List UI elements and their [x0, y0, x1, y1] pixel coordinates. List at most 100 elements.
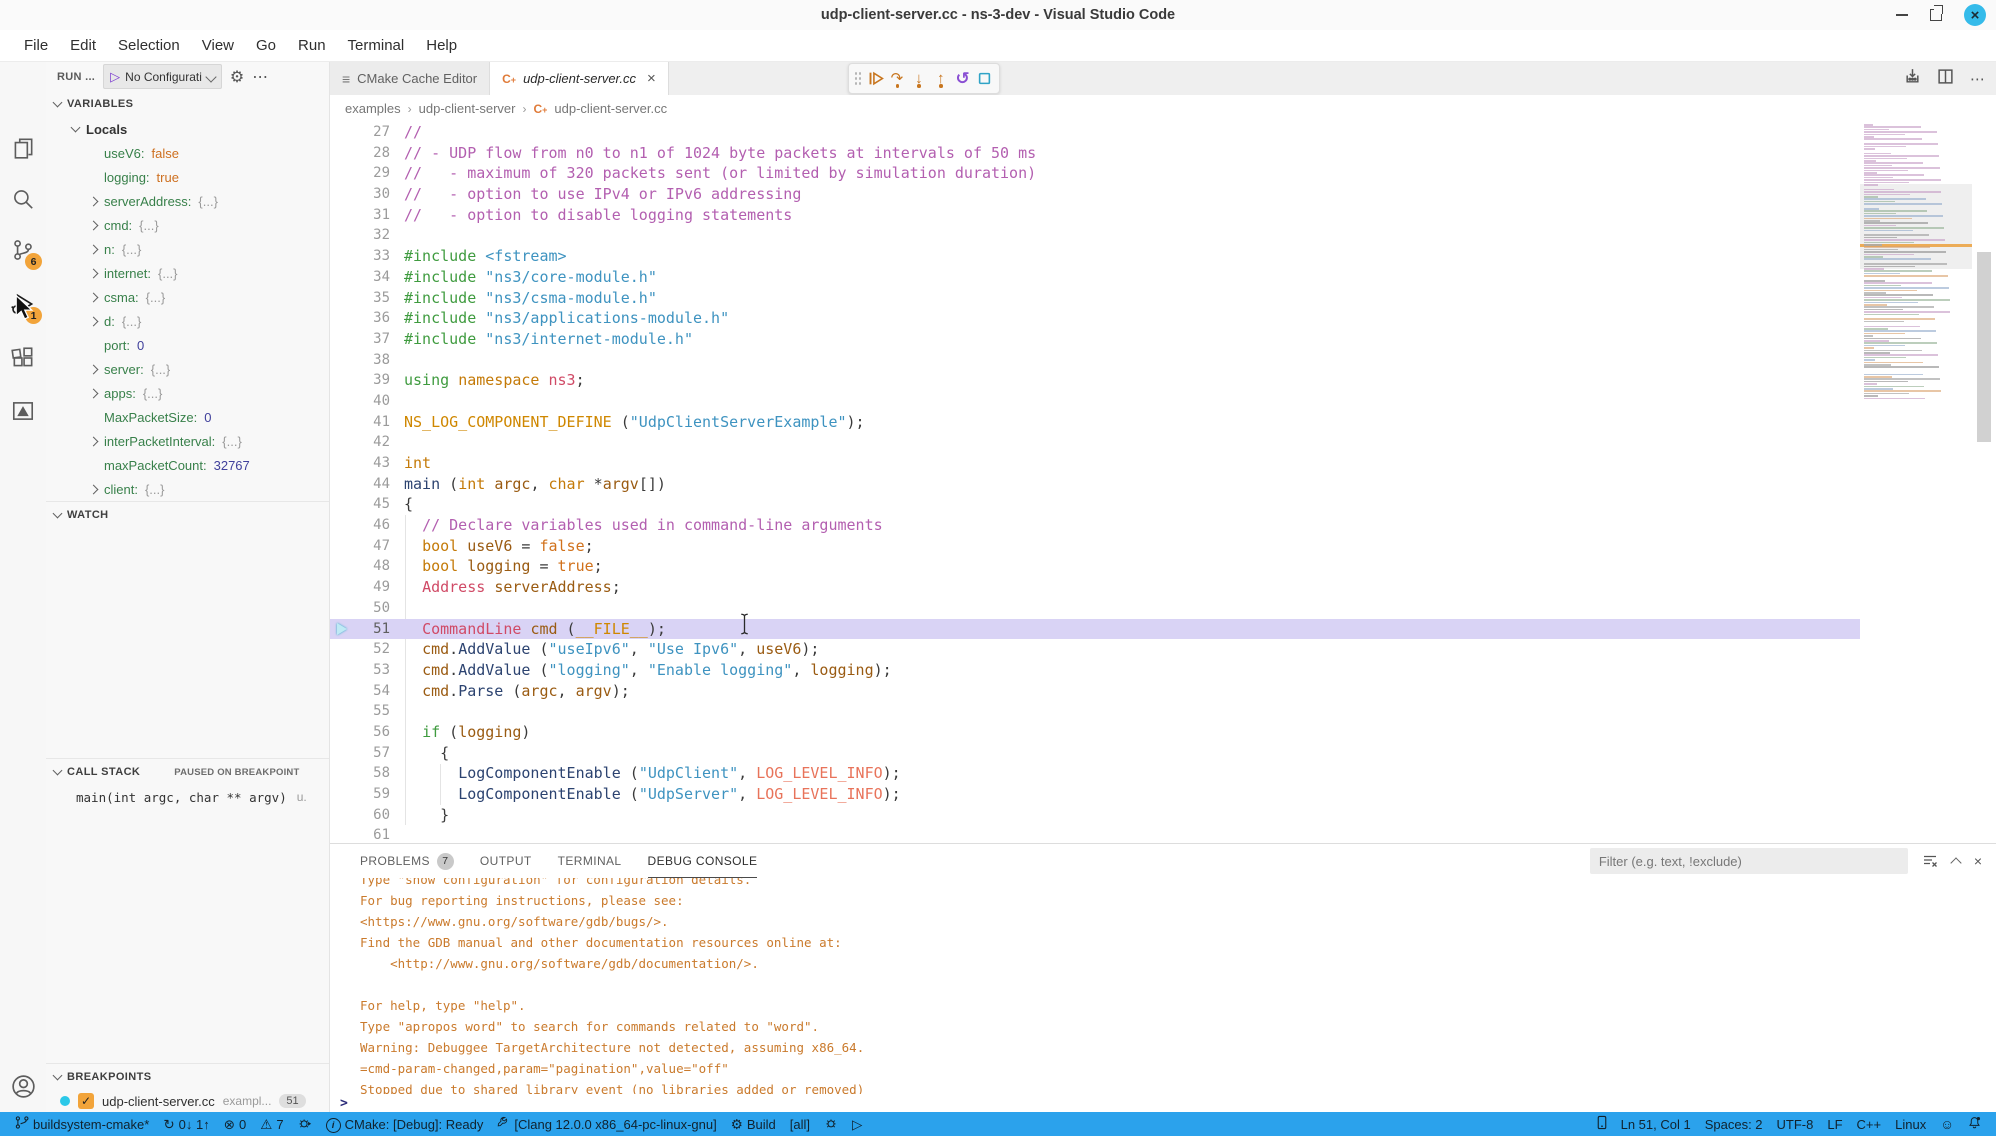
menu-terminal[interactable]: Terminal [337, 37, 416, 54]
menu-selection[interactable]: Selection [107, 37, 191, 54]
more-actions-icon[interactable]: ⋯ [1970, 70, 1986, 88]
status-0[interactable]: ⊗0 [217, 1112, 254, 1136]
variable-row[interactable]: cmd:{...} [46, 213, 329, 237]
variable-row[interactable]: interPacketInterval:{...} [46, 429, 329, 453]
status-bell-button[interactable] [1961, 1112, 1988, 1136]
debug-more-actions-icon[interactable]: ⋯ [252, 67, 269, 87]
branch-icon [15, 1115, 29, 1133]
variable-row[interactable]: port:0 [46, 333, 329, 357]
breakpoint-checkbox[interactable]: ✓ [78, 1093, 94, 1109]
search-icon [10, 186, 36, 212]
breadcrumb-item[interactable]: udp-client-server.cc [554, 101, 667, 116]
call-stack-section-header[interactable]: CALL STACK PAUSED ON BREAKPOINT [46, 758, 329, 785]
editor-scrollbar[interactable] [1972, 122, 1996, 843]
scrollbar-thumb[interactable] [1977, 252, 1991, 442]
device-icon [1597, 1115, 1607, 1133]
sidebar-item-search[interactable] [0, 175, 46, 223]
variable-row[interactable]: MaxPacketSize:0 [46, 405, 329, 429]
tab-output[interactable]: OUTPUT [480, 844, 532, 878]
debug-config-dropdown[interactable]: ▷ No Configurati [103, 64, 222, 89]
line-number: 57 [356, 743, 390, 764]
status-lf[interactable]: LF [1820, 1112, 1849, 1136]
status-clang-12-0-0-x86-64-pc-linux-gnu[interactable]: [Clang 12.0.0 x86_64-pc-linux-gnu] [490, 1112, 723, 1136]
status-0-1[interactable]: ↻0↓ 1↑ [156, 1112, 216, 1136]
step-into-button[interactable]: ↓ [909, 68, 928, 90]
breadcrumb-item[interactable]: examples [345, 101, 401, 116]
tab-problems[interactable]: PROBLEMS 7 [360, 844, 454, 878]
status-linux[interactable]: Linux [1888, 1112, 1933, 1136]
breakpoints-section-header[interactable]: BREAKPOINTS [46, 1063, 329, 1090]
minimize-icon[interactable] [1896, 14, 1908, 16]
start-debugging-icon[interactable]: ▷ [110, 69, 120, 85]
variables-section-header[interactable]: VARIABLES [46, 91, 329, 117]
variable-row[interactable]: server:{...} [46, 357, 329, 381]
variable-row[interactable]: serverAddress:{...} [46, 189, 329, 213]
maximize-panel-icon[interactable] [1952, 855, 1960, 867]
status-buildsystem-cmake[interactable]: buildsystem-cmake* [8, 1112, 156, 1136]
status-smiley-button[interactable]: ☺ [1933, 1112, 1961, 1136]
code-line: 33#include <fstream> [330, 246, 1996, 267]
tab-udp-client-server[interactable]: C+ udp-client-server.cc × [490, 62, 669, 95]
restart-button[interactable]: ↺ [953, 68, 972, 90]
tab-cmake-cache-editor[interactable]: ≡ CMake Cache Editor [330, 62, 490, 95]
status-bug-button[interactable] [817, 1112, 845, 1136]
console-prompt[interactable]: > [340, 1096, 348, 1111]
status-device-button[interactable] [1590, 1112, 1614, 1136]
status-build[interactable]: ⚙Build [724, 1112, 783, 1136]
debug-settings-gear-icon[interactable]: ⚙ [230, 67, 244, 87]
menu-edit[interactable]: Edit [59, 37, 107, 54]
console-filter-input[interactable] [1590, 848, 1908, 874]
watch-section-header[interactable]: WATCH [46, 501, 329, 528]
minimap[interactable] [1860, 122, 1972, 843]
sidebar-item-explorer[interactable] [0, 124, 46, 172]
menu-go[interactable]: Go [245, 37, 287, 54]
step-over-button[interactable]: ↷ [888, 68, 907, 90]
sidebar-item-source-control[interactable]: 6 [0, 226, 46, 274]
menu-run[interactable]: Run [287, 37, 337, 54]
close-panel-icon[interactable]: × [1974, 853, 1982, 869]
status-spaces-2[interactable]: Spaces: 2 [1698, 1112, 1770, 1136]
menu-file[interactable]: File [13, 37, 59, 54]
code-line: 50 [330, 598, 1996, 619]
breadcrumb-item[interactable]: udp-client-server [419, 101, 516, 116]
variable-row[interactable]: maxPacketCount:32767 [46, 453, 329, 477]
close-tab-icon[interactable]: × [647, 70, 656, 87]
status-all[interactable]: [all] [783, 1112, 817, 1136]
status-c++[interactable]: C++ [1850, 1112, 1889, 1136]
sidebar-item-cmake[interactable] [0, 387, 46, 435]
tab-terminal[interactable]: TERMINAL [558, 844, 622, 878]
call-stack-frame[interactable]: main(int argc, char ** argv) u. [46, 785, 329, 809]
status-7[interactable]: ⚠7 [253, 1112, 290, 1136]
menu-help[interactable]: Help [415, 37, 468, 54]
split-editor-icon[interactable] [1937, 68, 1954, 90]
drag-grip-icon[interactable] [854, 71, 861, 86]
status-play-button[interactable]: ▷ [845, 1112, 869, 1136]
locals-scope-row[interactable]: Locals [46, 117, 329, 141]
restore-icon[interactable] [1930, 9, 1942, 21]
variable-row[interactable]: apps:{...} [46, 381, 329, 405]
code-editor[interactable]: 27//28// - UDP flow from n0 to n1 of 102… [330, 122, 1996, 843]
variable-row[interactable]: internet:{...} [46, 261, 329, 285]
variable-row[interactable]: n:{...} [46, 237, 329, 261]
variable-row[interactable]: d:{...} [46, 309, 329, 333]
status-debug-button[interactable] [291, 1112, 319, 1136]
status-utf-8[interactable]: UTF-8 [1770, 1112, 1821, 1136]
clear-console-icon[interactable] [1922, 853, 1938, 869]
variable-row[interactable]: useV6:false [46, 141, 329, 165]
import-tray-icon[interactable] [1904, 68, 1921, 90]
status-cmake-debug-ready[interactable]: iCMake: [Debug]: Ready [319, 1112, 491, 1136]
account-button[interactable] [0, 1062, 46, 1110]
close-icon[interactable]: × [1964, 4, 1986, 26]
breakpoint-row[interactable]: ✓ udp-client-server.cc exampl... 51 [46, 1090, 329, 1112]
debug-current-line-icon [337, 623, 347, 635]
tab-debug-console[interactable]: DEBUG CONSOLE [648, 844, 758, 878]
continue-button[interactable] [866, 68, 885, 90]
step-out-button[interactable]: ↑ [931, 68, 950, 90]
status-ln-51-col-1[interactable]: Ln 51, Col 1 [1614, 1112, 1698, 1136]
variable-row[interactable]: csma:{...} [46, 285, 329, 309]
stop-button[interactable] [975, 68, 994, 90]
variable-row[interactable]: client:{...} [46, 477, 329, 501]
sidebar-item-extensions[interactable] [0, 334, 46, 382]
menu-view[interactable]: View [191, 37, 245, 54]
variable-row[interactable]: logging:true [46, 165, 329, 189]
